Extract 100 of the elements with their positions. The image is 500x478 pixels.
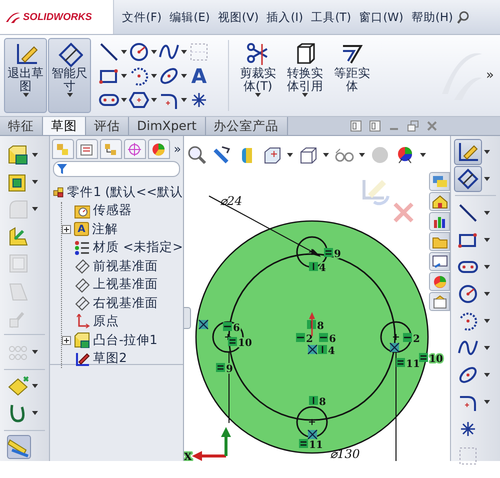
filter-icon — [57, 164, 67, 174]
circle-icon[interactable] — [457, 282, 479, 304]
zoom-icon[interactable] — [187, 145, 207, 165]
target-icon[interactable] — [127, 142, 142, 156]
line-icon[interactable] — [457, 202, 479, 224]
relation-badge: 2 — [296, 333, 313, 345]
pencil-icon[interactable] — [457, 140, 479, 162]
tab[interactable]: 特征 — [0, 117, 43, 135]
caret-icon[interactable] — [151, 74, 157, 78]
hexagon-icon[interactable] — [128, 89, 150, 111]
caret-icon[interactable] — [484, 264, 490, 268]
line-icon[interactable] — [98, 41, 120, 63]
properties-icon[interactable] — [79, 142, 94, 156]
tree-item[interactable]: 右视基准面 — [93, 294, 158, 312]
circle-icon[interactable] — [128, 41, 150, 63]
tree-item[interactable]: 材质 <未指定> — [93, 239, 183, 256]
tab[interactable]: 办公室产品 — [206, 117, 288, 135]
caret-icon[interactable] — [359, 153, 365, 157]
caret-icon[interactable] — [323, 153, 329, 157]
caret-icon[interactable] — [181, 50, 187, 54]
more-button[interactable]: » — [172, 142, 182, 156]
chat-icon[interactable] — [432, 174, 448, 190]
hole-circle — [296, 406, 328, 438]
tile-icon[interactable] — [369, 120, 381, 132]
menu-item[interactable]: 文件(F) — [118, 10, 166, 24]
configuration-icon[interactable] — [103, 142, 118, 156]
expand-icon[interactable] — [62, 336, 71, 345]
dimension-icon[interactable] — [457, 168, 479, 190]
home-icon[interactable] — [432, 194, 448, 210]
caret-icon[interactable] — [181, 74, 187, 78]
caret-icon[interactable] — [484, 238, 490, 242]
caret-icon[interactable] — [484, 150, 490, 154]
tab[interactable]: DimXpert — [129, 117, 206, 135]
relation-badge: 10 — [419, 353, 443, 365]
tree-item[interactable]: 前视基准面 — [93, 258, 158, 275]
caret-icon[interactable] — [484, 400, 490, 404]
cube-icon[interactable] — [298, 145, 318, 165]
ribbon-button[interactable]: 等距实体 — [329, 38, 375, 113]
caret-icon[interactable] — [484, 210, 490, 214]
appearance-icon[interactable] — [395, 145, 415, 165]
tree-item[interactable]: 注解 — [92, 220, 118, 238]
relation-badge: 4 — [309, 262, 326, 274]
caret-icon[interactable] — [484, 346, 490, 350]
menu-item[interactable]: 插入(I) — [262, 10, 308, 24]
restore-icon[interactable] — [407, 120, 419, 132]
relation-badge: 4 — [318, 345, 335, 357]
menu-item[interactable]: 工具(T) — [307, 10, 356, 24]
caret-icon[interactable] — [484, 176, 490, 180]
caret-icon[interactable] — [121, 74, 127, 78]
tree-item[interactable]: 草图2 — [93, 350, 127, 368]
custom-properties-icon[interactable] — [432, 294, 448, 310]
caret-icon[interactable] — [32, 180, 38, 184]
ribbon-button[interactable]: 智能尺寸 — [48, 38, 91, 113]
ellipse-icon[interactable] — [158, 65, 180, 87]
extrude-icon[interactable] — [7, 144, 29, 166]
view-orientation-icon[interactable] — [262, 145, 282, 165]
caret-icon[interactable] — [151, 50, 157, 54]
caret-icon[interactable] — [121, 50, 127, 54]
caret-icon[interactable] — [32, 152, 38, 157]
tab[interactable]: 草图 — [43, 117, 86, 135]
tile-icon[interactable] — [350, 120, 362, 132]
collapse-handle[interactable] — [184, 307, 191, 329]
caret-icon — [255, 93, 261, 97]
text-tool-button[interactable]: A — [188, 65, 210, 87]
tree-item[interactable]: 零件1 (默认<<默认 — [67, 184, 183, 201]
caret-icon[interactable] — [420, 153, 426, 157]
ribbon-button[interactable]: 退出草图 — [4, 38, 47, 113]
caret-icon[interactable] — [151, 98, 157, 102]
caret-icon[interactable] — [32, 384, 38, 388]
caret-icon — [66, 93, 72, 97]
filter-field[interactable] — [53, 161, 180, 177]
caret-icon[interactable] — [287, 153, 293, 157]
view-palette-icon[interactable] — [432, 254, 448, 270]
more-button[interactable]: » — [484, 68, 496, 83]
tree-item[interactable]: 传感器 — [93, 202, 132, 220]
relation-badge: 11 — [299, 439, 323, 451]
menu-item[interactable]: 窗口(W) — [355, 10, 408, 24]
tree-item[interactable]: 凸台-拉伸1 — [93, 332, 158, 349]
ribbon-button[interactable]: 转换实体引用 — [282, 38, 328, 113]
caret-icon[interactable] — [484, 292, 490, 296]
plane-icon[interactable] — [7, 375, 29, 398]
view-tool-icon[interactable] — [212, 145, 232, 165]
coincident-icon — [307, 429, 318, 440]
caret-icon[interactable] — [484, 372, 490, 376]
menu-item[interactable]: 视图(V) — [214, 10, 263, 24]
appearance-icon[interactable] — [151, 142, 166, 156]
tab[interactable]: 评估 — [86, 117, 129, 135]
expand-icon[interactable] — [62, 224, 71, 234]
tree-item[interactable]: 原点 — [93, 313, 119, 330]
search-icon[interactable] — [457, 10, 470, 24]
menu-item[interactable]: 帮助(H) — [407, 10, 458, 24]
tree-item[interactable]: 上视基准面 — [93, 276, 158, 294]
caret-icon[interactable] — [121, 98, 127, 102]
menu-item[interactable]: 编辑(E) — [166, 10, 214, 24]
caret-icon[interactable] — [32, 411, 38, 416]
caret-icon[interactable] — [484, 318, 490, 322]
ribbon-button[interactable]: 剪裁实体(T) — [235, 38, 281, 113]
x-axis-arrow — [192, 451, 226, 461]
rib-icon[interactable] — [7, 225, 29, 248]
caret-icon[interactable] — [181, 98, 187, 102]
